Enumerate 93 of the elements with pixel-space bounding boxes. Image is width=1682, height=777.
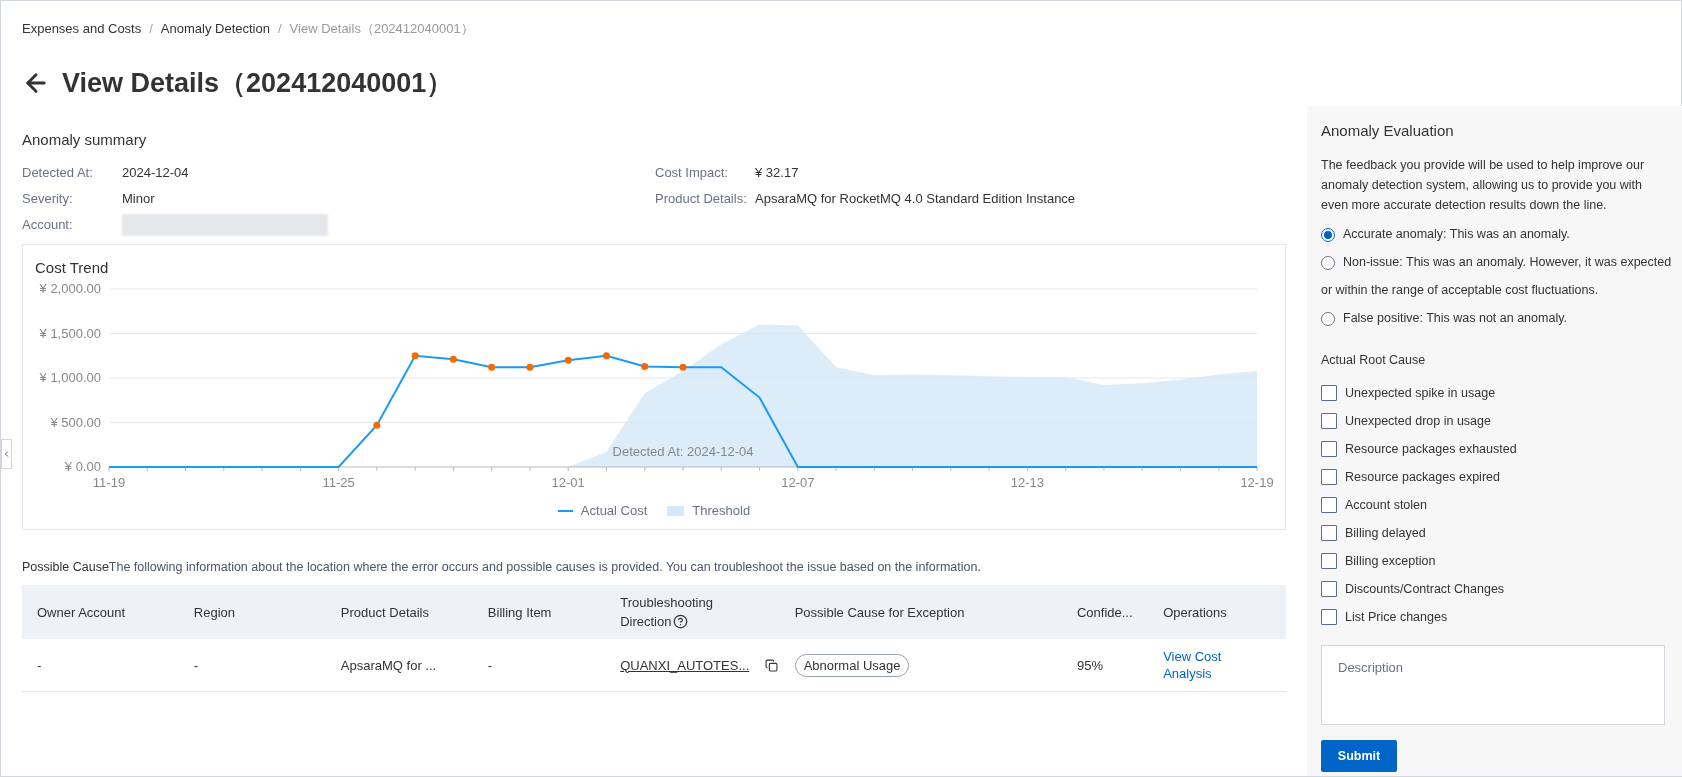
breadcrumb-separator: / (278, 20, 282, 38)
checkbox-option[interactable]: Billing delayed (1321, 519, 1672, 548)
checkbox[interactable] (1321, 553, 1337, 570)
column-header: Possible Cause for Exception (794, 603, 965, 622)
axis-label: 12-01 (551, 475, 585, 490)
column-header: Operations (1163, 603, 1227, 622)
column-header: Confide... (1076, 603, 1133, 622)
section-title: Anomaly summary (22, 130, 148, 150)
annotation-label: Detected At: 2024-12-04 (612, 444, 754, 459)
direction-link[interactable]: QUANXI_AUTOTES... (620, 655, 750, 675)
axis-label: ¥ 2,000.00 (39, 281, 101, 296)
option-continuation: or within the range of acceptable cost fluctuations. (1321, 282, 1600, 300)
radio-button[interactable] (1321, 227, 1335, 242)
column-header: Region (193, 603, 236, 622)
collapse-handle[interactable] (1, 439, 12, 469)
breadcrumb-link[interactable]: Anomaly Detection (160, 19, 270, 39)
anomaly-point (564, 356, 572, 364)
cause-title: Possible Cause (22, 558, 109, 576)
copy-icon[interactable] (765, 658, 779, 672)
anomaly-point (602, 352, 610, 360)
table-cell-text: 95% (1076, 656, 1103, 675)
radio-button[interactable] (1321, 311, 1335, 326)
checkbox-option[interactable]: Unexpected spike in usage (1321, 379, 1672, 408)
column-header: Troubleshooting Direction (620, 594, 714, 632)
legend-label: Actual Cost (580, 502, 648, 520)
axis-label: ¥ 1,000.00 (39, 370, 101, 385)
field-value: ¥ 32.17 (755, 163, 799, 182)
table-cell-text: ApsaraMQ for ... (340, 656, 437, 675)
axis-label: 11-25 (322, 475, 355, 490)
checkbox[interactable] (1321, 609, 1337, 626)
chart-title: Cost Trend (34, 257, 110, 278)
checkbox[interactable] (1321, 413, 1337, 430)
column-header: Billing Item (487, 603, 552, 622)
anomaly-point (449, 355, 457, 363)
checkbox[interactable] (1321, 469, 1337, 486)
anomaly-point (526, 363, 534, 371)
field-value: Minor (122, 189, 155, 208)
field-label: Detected At: (22, 163, 94, 182)
intro-text: The feedback you provide will be used to help improve our anomaly detection system, allowing us to provide you with even more accurate detection results down the line. (1321, 156, 1646, 214)
radio-option[interactable]: Non-issue: This was an anomaly. However, it was expected (1321, 248, 1672, 277)
legend-area-icon (667, 505, 685, 516)
table-cell-text: - (193, 656, 199, 675)
checkbox[interactable] (1321, 497, 1337, 514)
checkbox-option[interactable]: Unexpected drop in usage (1321, 407, 1672, 436)
axis-label: ¥ 1,500.00 (39, 325, 101, 341)
legend-label: Threshold (692, 502, 751, 520)
description-field[interactable]: Description (1321, 645, 1665, 726)
field-value: 2024-12-04 (122, 163, 189, 182)
field-label: Cost Impact: (655, 163, 729, 182)
field-value: ApsaraMQ for RocketMQ 4.0 Standard Edition Instance (755, 189, 1076, 208)
breadcrumb-separator: / (149, 20, 153, 38)
axis-label: 11-19 (92, 475, 126, 490)
checkbox[interactable] (1321, 385, 1337, 402)
field-label: Product Details: (655, 189, 748, 208)
checkbox[interactable] (1321, 581, 1337, 598)
anomaly-point (373, 421, 381, 429)
cost-analysis-link[interactable]: View Cost Analysis (1163, 648, 1234, 683)
axis-label: 12-19 (1240, 475, 1274, 490)
axis-label: ¥ 0.00 (64, 459, 101, 474)
help-icon[interactable] (673, 614, 689, 630)
anomaly-point (641, 362, 649, 370)
anomaly-point (411, 352, 419, 360)
cause-description: The following information about the location where the error occurs and possible causes is provided. You can troubleshoot the issue based on the information. (108, 558, 981, 576)
legend-line-icon (557, 509, 573, 512)
table-cell-text: - (37, 656, 42, 675)
field-label: Severity: (22, 189, 74, 208)
panel-title: Anomaly Evaluation (1321, 121, 1455, 141)
chevron-left-icon (2, 449, 11, 459)
column-header: Product Details (340, 603, 429, 622)
checkbox[interactable] (1321, 525, 1337, 542)
axis-label: 12-13 (1010, 475, 1045, 490)
breadcrumb-current: View Details（202412040001） (289, 20, 474, 38)
radio-button[interactable] (1321, 255, 1335, 270)
axis-label: 12-07 (781, 475, 815, 490)
anomaly-point (679, 363, 687, 371)
page-title: View Details（202412040001） (62, 66, 454, 100)
checkbox-option[interactable]: Resource packages exhausted (1321, 435, 1672, 464)
checkbox-option[interactable]: Resource packages expired (1321, 463, 1672, 492)
checkbox[interactable] (1321, 441, 1337, 458)
radio-option[interactable]: False positive: This was not an anomaly. (1321, 304, 1672, 333)
root-cause-title: Actual Root Cause (1321, 351, 1427, 369)
anomaly-point (488, 363, 496, 371)
checkbox-option[interactable]: Account stolen (1321, 491, 1672, 520)
axis-label: ¥ 500.00 (50, 414, 101, 430)
radio-option[interactable]: Accurate anomaly: This was an anomaly. (1321, 220, 1672, 249)
checkbox-option[interactable]: Discounts/Contract Changes (1321, 575, 1672, 604)
table-cell-text: - (487, 656, 493, 675)
checkbox-option[interactable]: List Price changes (1321, 603, 1672, 632)
column-header: Owner Account (37, 603, 126, 622)
breadcrumb-link[interactable]: Expenses and Costs (22, 19, 142, 39)
checkbox-option[interactable]: Billing exception (1321, 547, 1672, 576)
field-label: Account: (22, 215, 74, 234)
submit-button[interactable]: Submit (1321, 740, 1397, 773)
